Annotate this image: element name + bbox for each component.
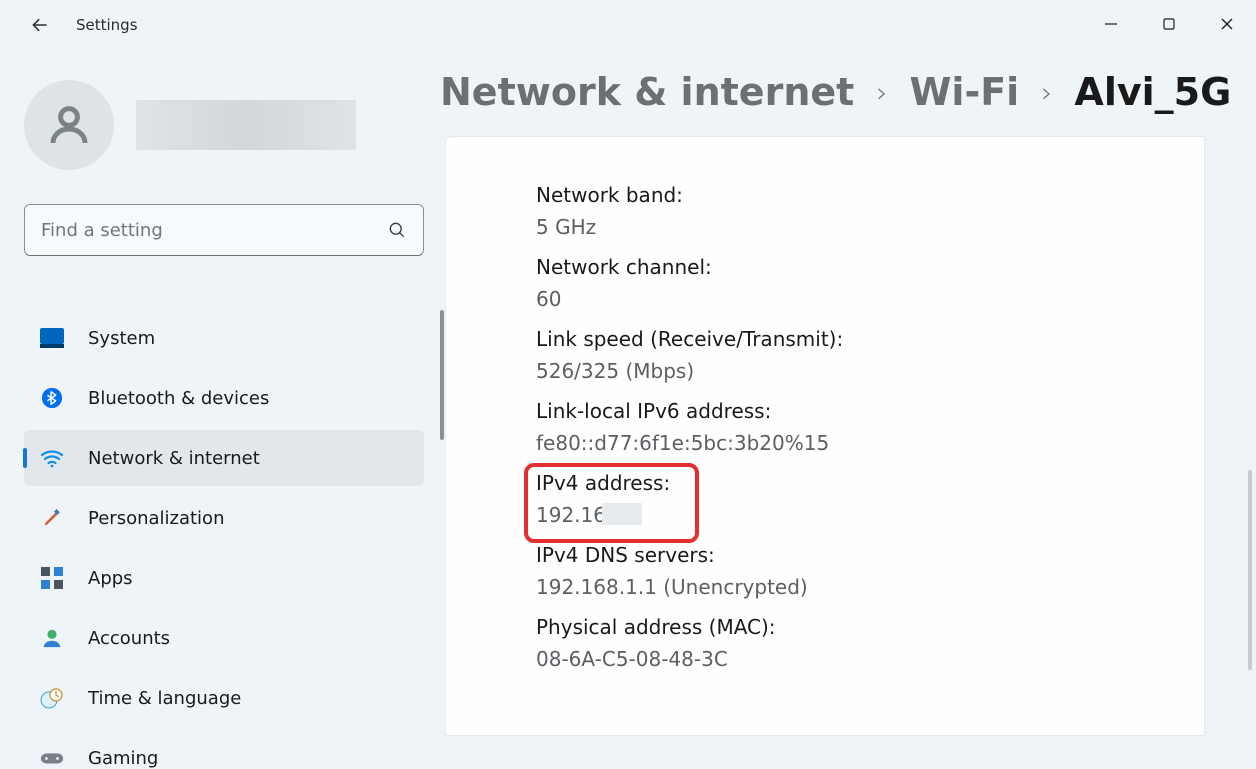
breadcrumb-level-2[interactable]: Wi-Fi (910, 70, 1020, 114)
property-value: 526/325 (Mbps) (536, 355, 1204, 387)
sidebar-item-label: Gaming (88, 748, 158, 769)
breadcrumb-level-1[interactable]: Network & internet (440, 70, 854, 114)
sidebar: System Bluetooth & devices Network & int… (0, 50, 445, 769)
back-button[interactable] (26, 11, 54, 39)
apps-icon (40, 566, 64, 590)
brush-icon (40, 506, 64, 530)
sidebar-item-gaming[interactable]: Gaming (24, 730, 424, 769)
person-icon (40, 626, 64, 650)
ipv4-value-partial: 192.16 (536, 503, 606, 527)
gamepad-icon (40, 746, 64, 769)
property-value: 192.16 (536, 499, 1204, 531)
avatar (24, 80, 114, 170)
breadcrumb: Network & internet › Wi-Fi › Alvi_5G (440, 70, 1256, 114)
close-button[interactable] (1198, 0, 1256, 48)
sidebar-item-system[interactable]: System (24, 310, 424, 366)
property-value: 5 GHz (536, 211, 1204, 243)
title-bar: Settings (0, 0, 1256, 50)
property-value: 192.168.1.1 (Unencrypted) (536, 571, 1204, 603)
property-label: Network band: (536, 179, 1204, 211)
search-box[interactable] (24, 204, 424, 256)
app-title: Settings (76, 16, 138, 34)
sidebar-item-label: Network & internet (88, 448, 260, 469)
sidebar-item-label: Time & language (88, 688, 241, 709)
window-controls (1082, 0, 1256, 48)
chevron-right-icon: › (1041, 76, 1052, 109)
property-mac-address: Physical address (MAC): 08-6A-C5-08-48-3… (536, 611, 1204, 675)
property-ipv6-link-local: Link-local IPv6 address: fe80::d77:6f1e:… (536, 395, 1204, 459)
property-network-channel: Network channel: 60 (536, 251, 1204, 315)
sidebar-item-accounts[interactable]: Accounts (24, 610, 424, 666)
content-scrollbar[interactable] (1248, 470, 1252, 670)
property-link-speed: Link speed (Receive/Transmit): 526/325 (… (536, 323, 1204, 387)
property-label: Network channel: (536, 251, 1204, 283)
property-label: Link speed (Receive/Transmit): (536, 323, 1204, 355)
user-name-redacted (136, 100, 356, 150)
maximize-button[interactable] (1140, 0, 1198, 48)
wifi-icon (40, 446, 64, 470)
clock-globe-icon (40, 686, 64, 710)
property-label: Link-local IPv6 address: (536, 395, 1204, 427)
sidebar-item-label: Apps (88, 568, 133, 589)
chevron-right-icon: › (876, 76, 887, 109)
bluetooth-icon (40, 386, 64, 410)
sidebar-item-label: Accounts (88, 628, 170, 649)
property-ipv4-address: IPv4 address: 192.16 (536, 467, 1204, 531)
sidebar-item-apps[interactable]: Apps (24, 550, 424, 606)
breadcrumb-level-3: Alvi_5G (1074, 70, 1231, 114)
property-value: fe80::d77:6f1e:5bc:3b20%15 (536, 427, 1204, 459)
sidebar-item-time-language[interactable]: Time & language (24, 670, 424, 726)
main-panel: Network & internet › Wi-Fi › Alvi_5G Net… (445, 50, 1256, 769)
minimize-button[interactable] (1082, 0, 1140, 48)
property-label: IPv4 address: (536, 467, 1204, 499)
property-value: 60 (536, 283, 1204, 315)
property-label: IPv4 DNS servers: (536, 539, 1204, 571)
sidebar-scroll-thumb[interactable] (440, 310, 444, 440)
sidebar-nav: System Bluetooth & devices Network & int… (24, 310, 445, 769)
sidebar-item-label: Personalization (88, 508, 224, 529)
redaction-mask (602, 503, 642, 525)
sidebar-item-bluetooth[interactable]: Bluetooth & devices (24, 370, 424, 426)
property-network-band: Network band: 5 GHz (536, 179, 1204, 243)
sidebar-item-label: Bluetooth & devices (88, 388, 269, 409)
property-ipv4-dns: IPv4 DNS servers: 192.168.1.1 (Unencrypt… (536, 539, 1204, 603)
search-input[interactable] (41, 220, 387, 241)
sidebar-item-label: System (88, 328, 155, 349)
search-icon (387, 220, 407, 240)
monitor-icon (40, 326, 64, 350)
sidebar-item-network[interactable]: Network & internet (24, 430, 424, 486)
properties-card: Network band: 5 GHz Network channel: 60 … (445, 136, 1205, 736)
user-profile[interactable] (24, 80, 445, 170)
property-value: 08-6A-C5-08-48-3C (536, 643, 1204, 675)
sidebar-item-personalization[interactable]: Personalization (24, 490, 424, 546)
property-label: Physical address (MAC): (536, 611, 1204, 643)
